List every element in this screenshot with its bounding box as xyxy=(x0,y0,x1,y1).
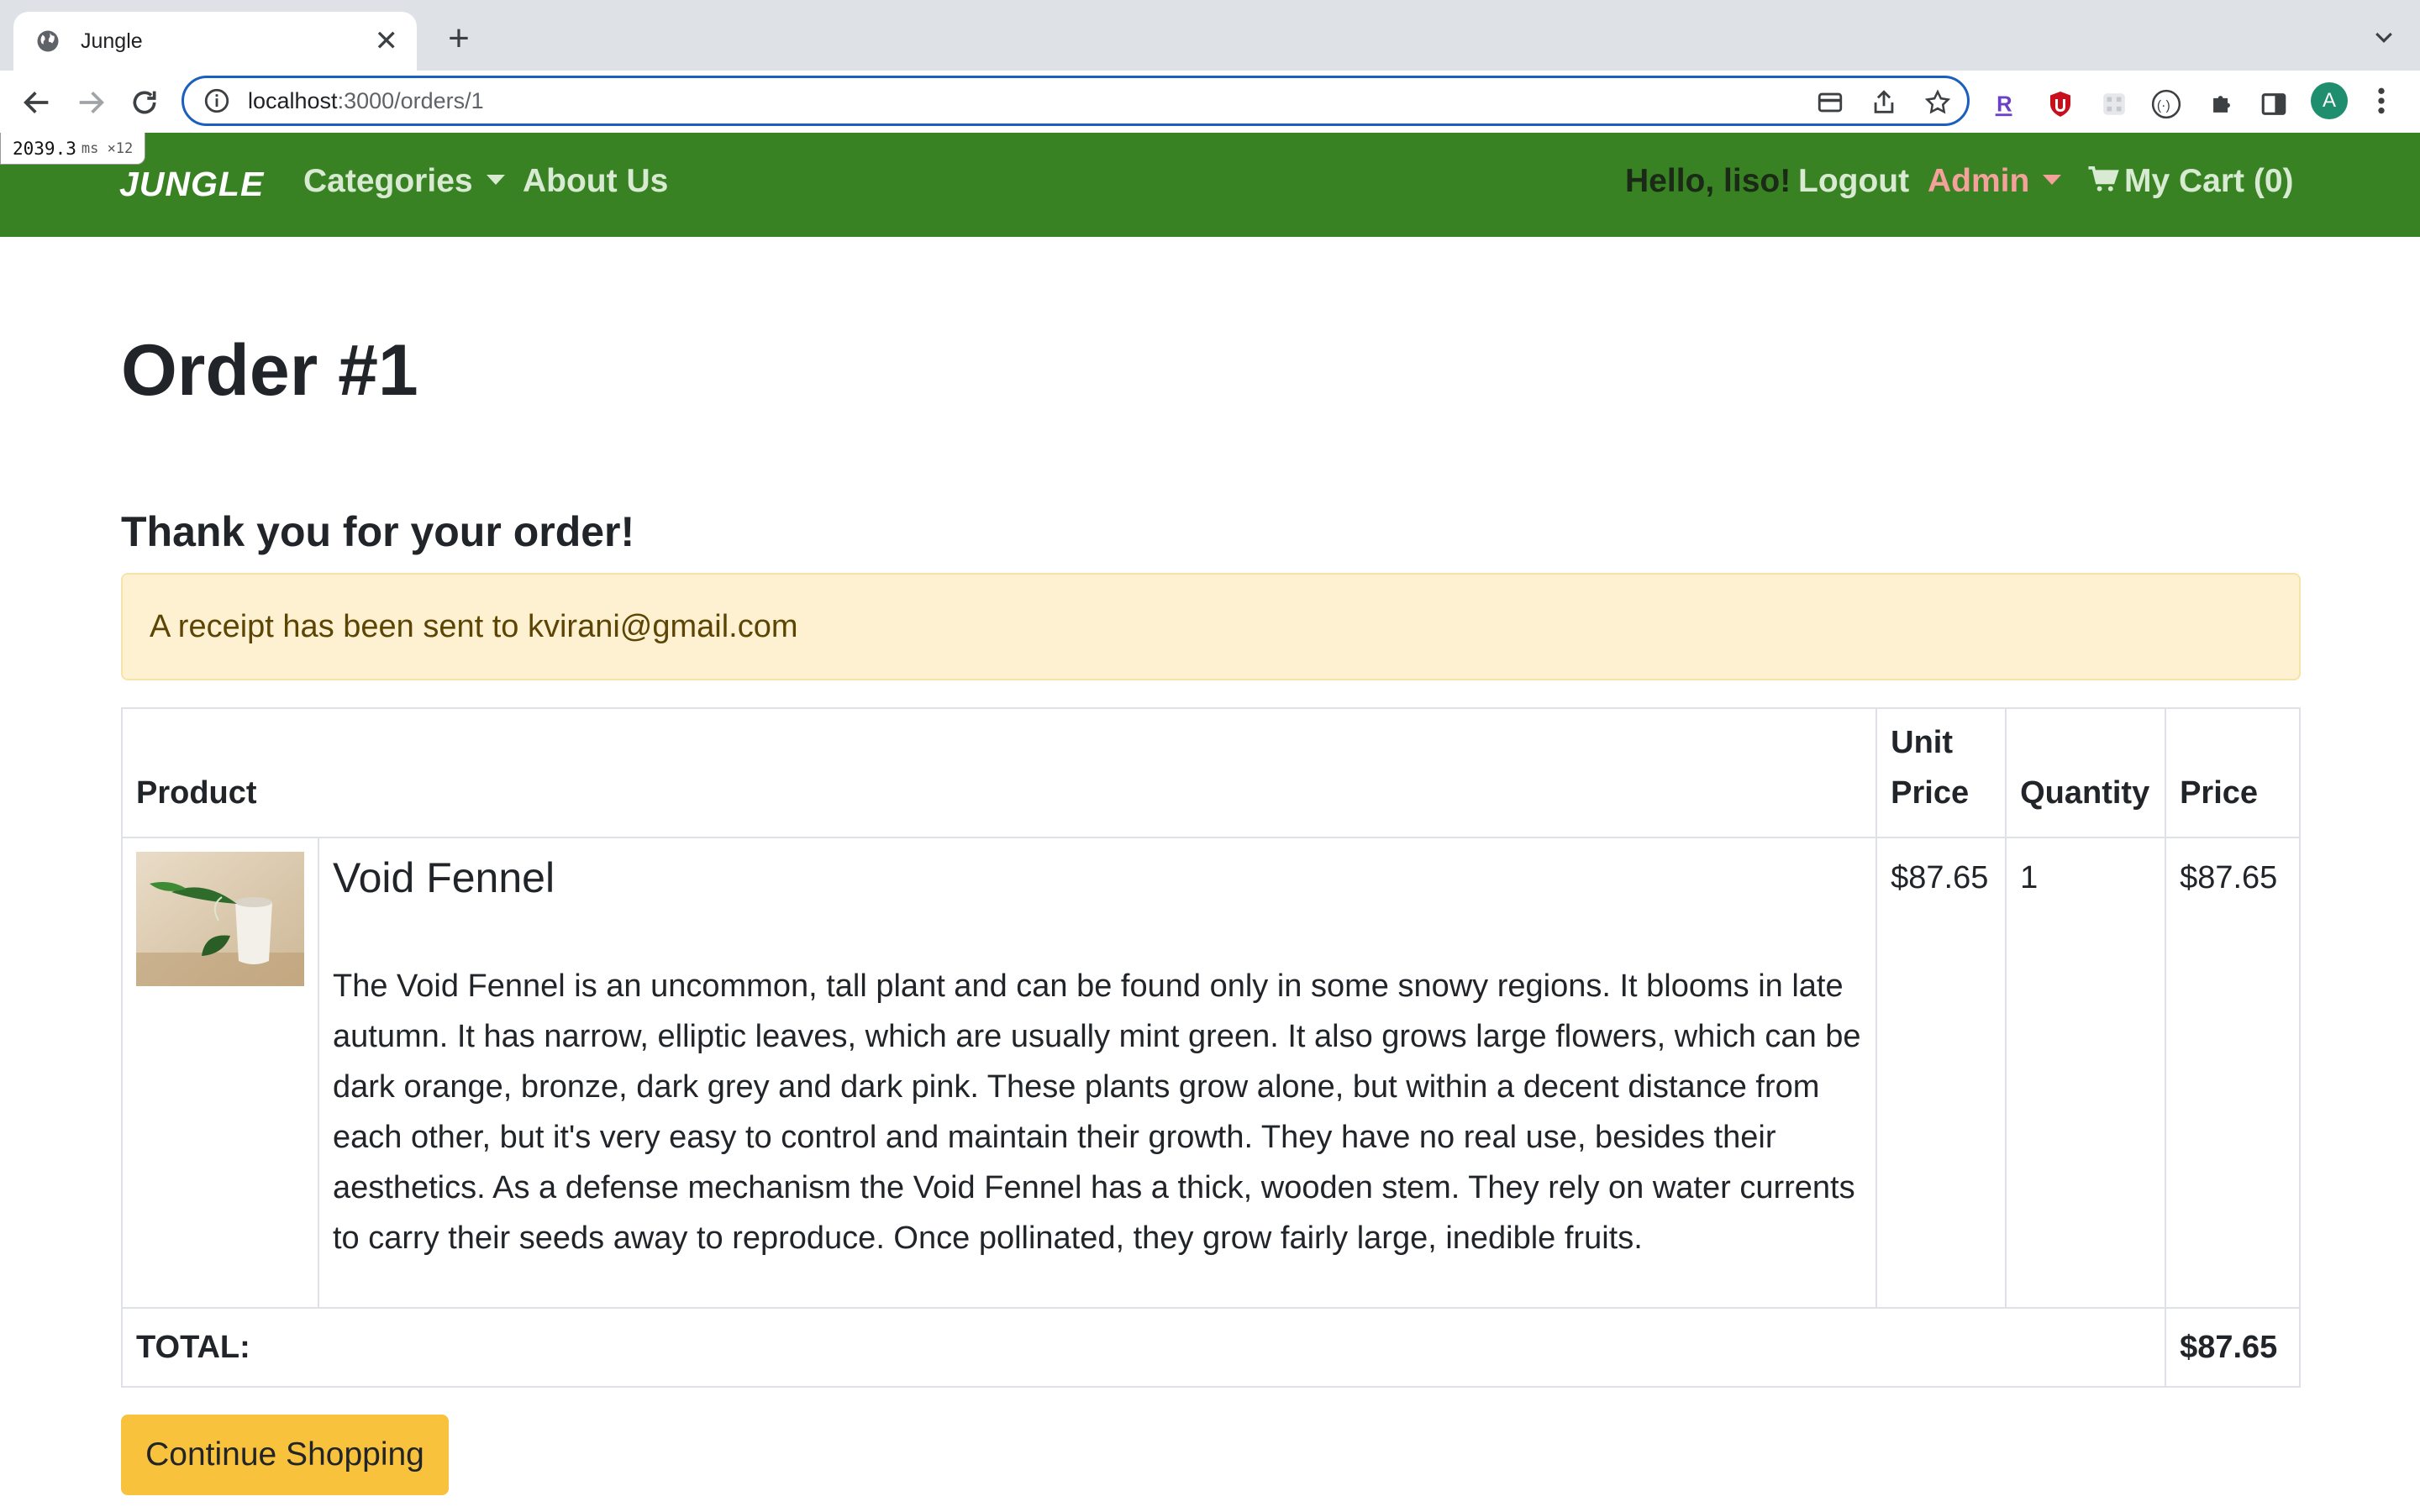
perf-badge: 2039.3 ms ×12 xyxy=(0,133,146,165)
brand-logo[interactable]: JUNGLE xyxy=(119,165,264,204)
continue-shopping-button[interactable]: Continue Shopping xyxy=(121,1415,449,1495)
address-bar[interactable]: localhost:3000/orders/1 xyxy=(182,76,1970,126)
tab-close-icon[interactable]: ✕ xyxy=(375,27,399,55)
table-header-row: Product Unit Price Quantity Price xyxy=(120,707,2301,838)
total-value: $87.65 xyxy=(2165,1307,2301,1388)
extension-r-icon[interactable]: R xyxy=(1988,87,2022,121)
nav-logout-link[interactable]: Logout xyxy=(1798,163,1909,200)
order-table: Product Unit Price Quantity Price Void F… xyxy=(120,707,2301,1388)
table-row: Void Fennel The Void Fennel is an uncomm… xyxy=(121,837,2301,1309)
product-description: The Void Fennel is an uncommon, tall pla… xyxy=(333,969,1861,1256)
caret-down-icon xyxy=(486,174,505,185)
greeting-text: Hello, liso! xyxy=(1625,163,1791,199)
svg-text:(·): (·) xyxy=(2157,98,2170,113)
chevron-down-icon[interactable] xyxy=(2371,25,2396,50)
menu-kebab-icon[interactable] xyxy=(2371,84,2391,118)
browser-tab[interactable]: Jungle ✕ xyxy=(13,12,417,71)
page-title: Order #1 xyxy=(121,330,418,411)
product-name: Void Fennel xyxy=(333,854,555,901)
cart-icon xyxy=(2088,165,2119,192)
header-price: Price xyxy=(2165,707,2301,838)
nav-about-link[interactable]: About Us xyxy=(523,163,668,200)
header-unit-price: Unit Price xyxy=(1876,707,2007,838)
reload-icon[interactable] xyxy=(128,86,161,119)
back-arrow-icon[interactable] xyxy=(20,86,54,119)
total-label: TOTAL: xyxy=(120,1307,2167,1388)
tab-title: Jungle xyxy=(81,29,143,53)
product-image xyxy=(136,852,304,986)
url-text: localhost:3000/orders/1 xyxy=(248,87,484,113)
info-icon[interactable] xyxy=(203,87,231,115)
price-cell: $87.65 xyxy=(2165,837,2301,1309)
side-panel-icon[interactable] xyxy=(2257,87,2291,121)
puzzle-extensions-icon[interactable] xyxy=(2205,87,2238,121)
card-icon[interactable] xyxy=(1816,88,1844,117)
bookmark-star-icon[interactable] xyxy=(1923,88,1952,117)
devtools-extension-icon[interactable]: (·) xyxy=(2149,87,2183,121)
new-tab-button[interactable]: + xyxy=(439,18,479,59)
share-icon[interactable] xyxy=(1870,88,1898,117)
browser-tabstrip: Jungle ✕ + xyxy=(0,0,2420,71)
ublock-icon[interactable] xyxy=(2044,87,2077,121)
profile-avatar[interactable]: A xyxy=(2311,82,2348,119)
product-details-cell: Void Fennel The Void Fennel is an uncomm… xyxy=(317,837,1878,1309)
header-quantity: Quantity xyxy=(2005,707,2167,838)
browser-toolbar: localhost:3000/orders/1 R (·) xyxy=(0,71,2420,133)
site-navbar: JUNGLE Categories About Us Hello, liso! … xyxy=(0,133,2420,237)
nav-categories-dropdown[interactable]: Categories xyxy=(303,163,505,200)
caret-down-icon xyxy=(2043,174,2062,185)
globe-icon xyxy=(37,30,59,52)
thank-you-heading: Thank you for your order! xyxy=(121,508,635,555)
unit-price-cell: $87.65 xyxy=(1876,837,2007,1309)
product-image-cell xyxy=(121,837,319,1309)
header-product: Product xyxy=(120,707,1878,838)
extension-grid-icon[interactable] xyxy=(2097,87,2131,121)
nav-cart-link[interactable]: My Cart (0) xyxy=(2087,163,2294,200)
total-row: TOTAL: $87.65 xyxy=(120,1307,2301,1388)
receipt-alert: A receipt has been sent to kvirani@gmail… xyxy=(121,573,2301,680)
svg-text:R: R xyxy=(1996,93,2012,117)
forward-arrow-icon[interactable] xyxy=(74,86,108,119)
nav-admin-dropdown[interactable]: Admin xyxy=(1928,163,2062,200)
quantity-cell: 1 xyxy=(2005,837,2167,1309)
